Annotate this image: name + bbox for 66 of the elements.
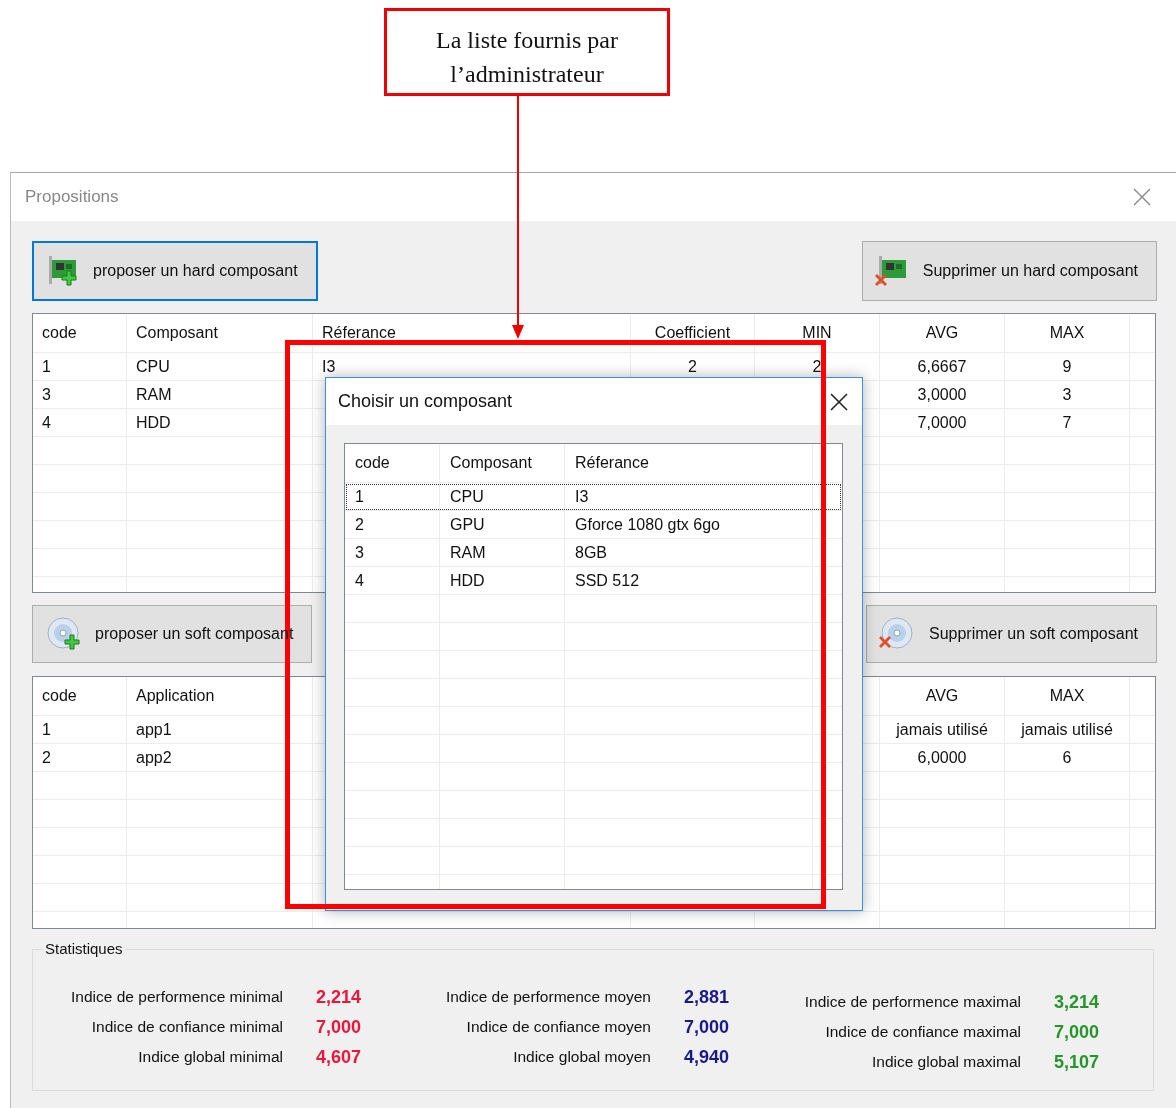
column-header[interactable]: Coefficient [631, 314, 755, 352]
group-title: Statistiques [43, 940, 125, 957]
column-header[interactable]: Application [127, 677, 313, 715]
stat-label: Indice global moyen [512, 1048, 651, 1066]
stat-label: Indice global maximal [870, 1053, 1021, 1071]
delete-button[interactable]: Supprimer un soft composant [866, 605, 1157, 663]
stat-label: Indice de performence maximal [803, 993, 1021, 1011]
list-row[interactable]: 2 GPU Gforce 1080 gtx 6go [345, 511, 842, 539]
add-button[interactable]: proposer un hard composant [32, 241, 318, 301]
table-cell: jamais utilisé [1005, 716, 1130, 743]
table-cell: 1 [33, 716, 127, 743]
column-header[interactable]: AVG [880, 677, 1005, 715]
table-cell: 3,0000 [880, 381, 1005, 408]
stat-label: Indice de performence moyen [444, 988, 651, 1006]
table-cell: 3 [33, 381, 127, 408]
delete-button[interactable]: Supprimer un hard composant [861, 241, 1157, 301]
stat-value: 4,607 [316, 1046, 362, 1068]
table-cell: HDD [127, 409, 313, 436]
dialog-title: Choisir un composant [338, 391, 513, 412]
stat-value: 4,940 [684, 1046, 730, 1068]
column-header[interactable]: code [345, 444, 440, 482]
stat-value: 3,214 [1054, 991, 1100, 1013]
stat-label: Indice de confiance minimal [90, 1018, 283, 1036]
table-cell: 4 [33, 409, 127, 436]
card-delete-icon [874, 254, 909, 288]
table-cell: jamais utilisé [880, 716, 1005, 743]
table-cell: 6,6667 [880, 353, 1005, 380]
disc-add-icon [45, 616, 81, 652]
table-cell: CPU [127, 353, 313, 380]
table-cell: 7 [1005, 409, 1130, 436]
stat-value: 7,000 [316, 1016, 362, 1038]
stat-label: Indice de confiance moyen [465, 1018, 651, 1036]
stat-label: Indice global minimal [137, 1048, 283, 1066]
list-row[interactable]: 4 HDD SSD 512 [345, 567, 842, 595]
stat-value: 7,000 [1054, 1021, 1100, 1043]
column-header[interactable]: AVG [880, 314, 1005, 352]
column-header[interactable]: Composant [127, 314, 313, 352]
stat-value: 7,000 [684, 1016, 730, 1038]
table-cell: app1 [127, 716, 313, 743]
column-header[interactable]: MAX [1005, 677, 1130, 715]
column-header[interactable]: MAX [1005, 314, 1130, 352]
table-cell: 1 [33, 353, 127, 380]
table-cell: 6 [1005, 744, 1130, 771]
table-cell: app2 [127, 744, 313, 771]
close-icon[interactable] [830, 392, 848, 411]
table-cell: 6,0000 [880, 744, 1005, 771]
table-cell: RAM [127, 381, 313, 408]
callout-note: La liste fournis par l’administrateur [384, 8, 670, 96]
table-cell: 9 [1005, 353, 1130, 380]
list-row[interactable]: 1 CPU I3 [345, 483, 842, 511]
list-row[interactable]: 3 RAM 8GB [345, 539, 842, 567]
window-title: Propositions [25, 187, 119, 207]
stat-label: Indice de performence minimal [70, 988, 283, 1006]
stat-value: 2,214 [316, 986, 362, 1008]
stat-value: 5,107 [1054, 1051, 1100, 1073]
stat-value: 2,881 [684, 986, 730, 1008]
table-cell: 3 [1005, 381, 1130, 408]
table-cell: 7,0000 [880, 409, 1005, 436]
column-header[interactable]: MIN [755, 314, 880, 352]
table-cell: 2 [33, 744, 127, 771]
column-header[interactable]: code [33, 314, 127, 352]
stat-label: Indice de confiance maximal [824, 1023, 1021, 1041]
column-header[interactable]: code [33, 677, 127, 715]
column-header[interactable]: Réferance [565, 444, 813, 482]
disc-delete-icon [879, 616, 915, 652]
column-header[interactable]: Composant [440, 444, 565, 482]
